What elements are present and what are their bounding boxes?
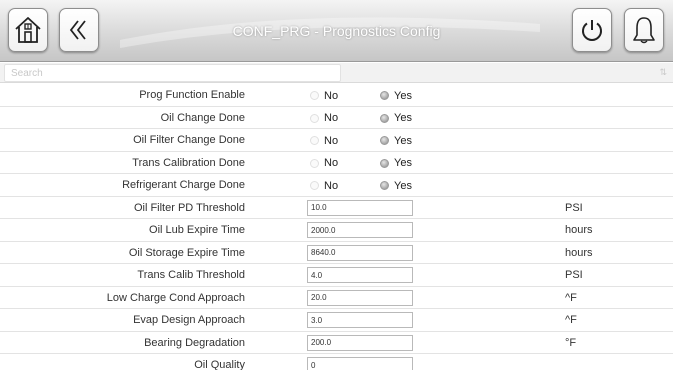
config-row: Low Charge Cond Approach ^F xyxy=(0,286,673,309)
radio-option-label: Yes xyxy=(394,134,412,147)
power-icon xyxy=(582,20,602,41)
config-row: Oil Filter PD Threshold PSI xyxy=(0,196,673,219)
config-row: Oil Storage Expire Time hours xyxy=(0,241,673,264)
radio-option-label: Yes xyxy=(394,179,412,192)
radio-button[interactable] xyxy=(310,181,319,190)
config-row-label: Refrigerant Charge Done xyxy=(122,179,245,191)
radio-option-label: No xyxy=(324,157,339,169)
radio-option-no[interactable]: No xyxy=(310,134,338,147)
config-row: Bearing Degradation °F xyxy=(0,331,673,354)
home-button[interactable] xyxy=(8,8,48,52)
config-row: Oil Change Done No Yes xyxy=(0,106,673,129)
value-input[interactable] xyxy=(307,289,413,306)
config-row-label: Oil Lub Expire Time xyxy=(149,224,245,236)
radio-option-label: Yes xyxy=(394,157,412,169)
radio-option-label: No xyxy=(324,112,339,124)
config-row-label: Evap Design Approach xyxy=(133,314,245,326)
radio-option-label: No xyxy=(324,89,339,102)
radio-option-yes[interactable]: Yes xyxy=(380,89,412,102)
value-input[interactable] xyxy=(307,267,413,283)
double-chevron-left-icon xyxy=(69,20,86,40)
search-bar: ⇅ xyxy=(0,63,673,83)
config-row: Oil Lub Expire Time hours xyxy=(0,219,673,242)
config-row: Oil Filter Change Done No Yes xyxy=(0,129,673,152)
radio-button[interactable] xyxy=(380,158,389,168)
sort-icon[interactable]: ⇅ xyxy=(659,67,667,78)
search-input[interactable] xyxy=(4,64,341,82)
value-input[interactable] xyxy=(307,312,413,328)
config-row-label: Trans Calibration Done xyxy=(132,156,245,169)
value-input[interactable] xyxy=(307,222,413,238)
radio-option-label: No xyxy=(324,179,339,192)
bell-icon xyxy=(633,17,655,44)
value-input[interactable] xyxy=(307,357,413,370)
value-input[interactable] xyxy=(307,334,413,351)
unit-label: hours xyxy=(565,246,593,259)
radio-button[interactable] xyxy=(380,181,389,190)
config-row-label: Oil Quality xyxy=(194,359,245,370)
radio-option-label: Yes xyxy=(394,89,412,102)
radio-option-label: No xyxy=(324,134,339,147)
header-bar: CONF_PRG - Prognostics Config xyxy=(0,0,673,62)
radio-option-no[interactable]: No xyxy=(310,179,338,192)
config-row-label: Low Charge Cond Approach xyxy=(106,291,245,304)
radio-option-yes[interactable]: Yes xyxy=(380,157,412,170)
config-row-label: Trans Calib Threshold xyxy=(137,269,245,281)
unit-label: °F xyxy=(565,336,577,349)
radio-button[interactable] xyxy=(380,113,389,123)
power-button[interactable] xyxy=(572,8,612,52)
radio-option-yes[interactable]: Yes xyxy=(380,134,412,147)
radio-button[interactable] xyxy=(310,91,319,100)
back-button[interactable] xyxy=(59,8,99,52)
unit-label: PSI xyxy=(565,201,583,214)
unit-label: hours xyxy=(565,224,593,236)
radio-button[interactable] xyxy=(310,158,319,168)
config-row-label: Prog Function Enable xyxy=(139,89,245,101)
unit-label: PSI xyxy=(565,269,583,281)
value-input[interactable] xyxy=(307,244,413,261)
config-row-label: Oil Filter PD Threshold xyxy=(133,201,245,214)
home-icon xyxy=(15,17,41,43)
value-input[interactable] xyxy=(307,199,413,216)
radio-option-no[interactable]: No xyxy=(310,157,338,170)
radio-option-no[interactable]: No xyxy=(310,89,338,102)
config-row-label: Oil Storage Expire Time xyxy=(128,246,245,259)
config-row: Prog Function Enable No Yes xyxy=(0,84,673,107)
config-row: Trans Calibration Done No Yes xyxy=(0,151,673,174)
radio-option-no[interactable]: No xyxy=(310,112,338,125)
alarm-button[interactable] xyxy=(624,8,664,52)
unit-label: ^F xyxy=(565,314,577,326)
radio-button[interactable] xyxy=(310,136,319,145)
radio-button[interactable] xyxy=(310,113,319,123)
radio-button[interactable] xyxy=(380,136,389,145)
radio-button[interactable] xyxy=(380,91,389,100)
config-row: Trans Calib Threshold PSI xyxy=(0,264,673,287)
config-row-label: Oil Change Done xyxy=(160,111,245,124)
radio-option-yes[interactable]: Yes xyxy=(380,112,412,125)
config-table: Prog Function Enable No Yes Oil Change Done… xyxy=(0,84,673,370)
config-row: Refrigerant Charge Done No Yes xyxy=(0,174,673,197)
radio-option-yes[interactable]: Yes xyxy=(380,179,412,192)
config-row-label: Oil Filter Change Done xyxy=(133,134,245,146)
unit-label: ^F xyxy=(565,291,577,304)
config-row: Oil Quality xyxy=(0,354,673,370)
radio-option-label: Yes xyxy=(394,112,412,124)
config-row: Evap Design Approach ^F xyxy=(0,309,673,332)
config-row-label: Bearing Degradation xyxy=(144,336,245,349)
